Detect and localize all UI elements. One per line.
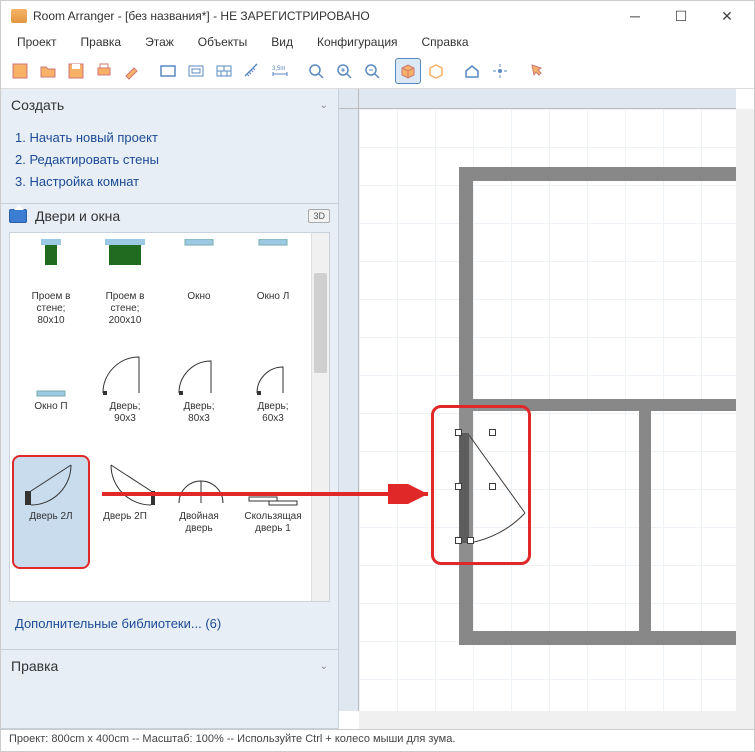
svg-text:3,5m: 3,5m <box>272 66 285 72</box>
toolbar: 3,5m <box>1 53 754 89</box>
ruler-horizontal[interactable] <box>359 89 736 109</box>
cleanup-button[interactable] <box>119 58 145 84</box>
window-title: Room Arranger - [без названия*] - НЕ ЗАР… <box>33 9 612 23</box>
menu-project[interactable]: Проект <box>7 33 67 51</box>
object-library: Проем в стене; 80x10 Проем в стене; 200x… <box>9 232 330 602</box>
zoom-fit-button[interactable] <box>303 58 329 84</box>
item-label: Дверь 2П <box>103 511 147 523</box>
brick-button[interactable] <box>211 58 237 84</box>
close-button[interactable]: ✕ <box>704 1 750 31</box>
house-icon <box>9 209 27 223</box>
create-header[interactable]: Создать ⌄ <box>1 89 338 121</box>
scrollbar-vertical[interactable] <box>736 109 754 711</box>
sidebar: Создать ⌄ 1. Начать новый проект 2. Реда… <box>1 89 339 729</box>
titlebar: Room Arranger - [без названия*] - НЕ ЗАР… <box>1 1 754 31</box>
wall[interactable] <box>459 631 754 645</box>
print-button[interactable] <box>91 58 117 84</box>
minimize-button[interactable]: ─ <box>612 1 658 31</box>
spark-button[interactable] <box>487 58 513 84</box>
wall[interactable] <box>459 167 754 181</box>
scrollbar-horizontal[interactable] <box>359 711 736 729</box>
item-label: Окно <box>187 291 210 303</box>
item-opening-200[interactable]: Проем в стене; 200x10 <box>88 237 162 347</box>
item-label: Дверь; 90x3 <box>109 401 140 425</box>
item-window-p[interactable]: Окно П <box>14 347 88 457</box>
new-button[interactable] <box>7 58 33 84</box>
item-door-90[interactable]: Дверь; 90x3 <box>88 347 162 457</box>
link-room-setup[interactable]: 3. Настройка комнат <box>15 171 324 193</box>
open-button[interactable] <box>35 58 61 84</box>
ruler-vertical[interactable] <box>339 109 359 711</box>
item-window-l[interactable]: Окно Л <box>236 237 310 347</box>
item-door-60[interactable]: Дверь; 60x3 <box>236 347 310 457</box>
menu-floor[interactable]: Этаж <box>135 33 184 51</box>
menu-help[interactable]: Справка <box>412 33 479 51</box>
zoom-in-button[interactable] <box>331 58 357 84</box>
scrollbar-corner <box>736 711 754 729</box>
dimension-button[interactable]: 3,5m <box>267 58 293 84</box>
content-area: Создать ⌄ 1. Начать новый проект 2. Реда… <box>1 89 754 729</box>
app-window: Room Arranger - [без названия*] - НЕ ЗАР… <box>0 0 755 752</box>
menu-edit[interactable]: Правка <box>71 33 132 51</box>
menubar: Проект Правка Этаж Объекты Вид Конфигура… <box>1 31 754 53</box>
floor-plan-canvas[interactable] <box>359 109 736 711</box>
selection-highlight <box>431 405 531 565</box>
wall[interactable] <box>639 399 651 639</box>
app-icon <box>11 9 27 23</box>
menu-objects[interactable]: Объекты <box>188 33 258 51</box>
ruler-corner <box>339 89 359 109</box>
house-button[interactable] <box>459 58 485 84</box>
link-edit-walls[interactable]: 2. Редактировать стены <box>15 149 324 171</box>
wall2-button[interactable] <box>183 58 209 84</box>
item-double-door[interactable]: Двойная дверь <box>162 457 236 567</box>
create-title: Создать <box>11 97 64 113</box>
menu-view[interactable]: Вид <box>261 33 303 51</box>
item-window[interactable]: Окно <box>162 237 236 347</box>
item-label: Проем в стене; 80x10 <box>32 291 71 327</box>
link-new-project[interactable]: 1. Начать новый проект <box>15 127 324 149</box>
badge-3d[interactable]: 3D <box>308 209 330 223</box>
item-opening-80[interactable]: Проем в стене; 80x10 <box>14 237 88 347</box>
menu-config[interactable]: Конфигурация <box>307 33 408 51</box>
item-label: Окно Л <box>257 291 290 303</box>
item-label: Дверь; 80x3 <box>183 401 214 425</box>
item-label: Окно П <box>34 401 67 413</box>
statusbar: Проект: 800cm x 400cm -- Масштаб: 100% -… <box>1 729 754 751</box>
category-header[interactable]: Двери и окна 3D <box>1 204 338 228</box>
save-button[interactable] <box>63 58 89 84</box>
category-title: Двери и окна <box>35 208 308 224</box>
item-label: Дверь; 60x3 <box>257 401 288 425</box>
item-label: Двойная дверь <box>179 511 219 535</box>
measure-button[interactable] <box>239 58 265 84</box>
view3d-button[interactable] <box>395 58 421 84</box>
view3d2-button[interactable] <box>423 58 449 84</box>
canvas-area <box>339 89 754 729</box>
item-label: Проем в стене; 200x10 <box>106 291 145 327</box>
chevron-icon: ⌄ <box>320 100 328 111</box>
library-scrollbar[interactable] <box>311 233 329 601</box>
item-door-2l[interactable]: Дверь 2Л <box>12 455 90 569</box>
item-door-80[interactable]: Дверь; 80x3 <box>162 347 236 457</box>
edit-header[interactable]: Правка ⌄ <box>1 650 338 682</box>
item-label: Дверь 2Л <box>29 511 72 523</box>
item-door-2p[interactable]: Дверь 2П <box>88 457 162 567</box>
extra-libraries-link[interactable]: Дополнительные библиотеки... (6) <box>1 606 338 641</box>
item-sliding-door[interactable]: Скользящая дверь 1 <box>236 457 310 567</box>
walls-button[interactable] <box>155 58 181 84</box>
item-label: Скользящая дверь 1 <box>244 511 301 535</box>
zoom-out-button[interactable] <box>359 58 385 84</box>
edit-title: Правка <box>11 658 58 674</box>
chevron-icon: ⌄ <box>320 661 328 672</box>
maximize-button[interactable]: ☐ <box>658 1 704 31</box>
status-text: Проект: 800cm x 400cm -- Масштаб: 100% -… <box>9 733 455 745</box>
pointer-button[interactable] <box>523 58 549 84</box>
